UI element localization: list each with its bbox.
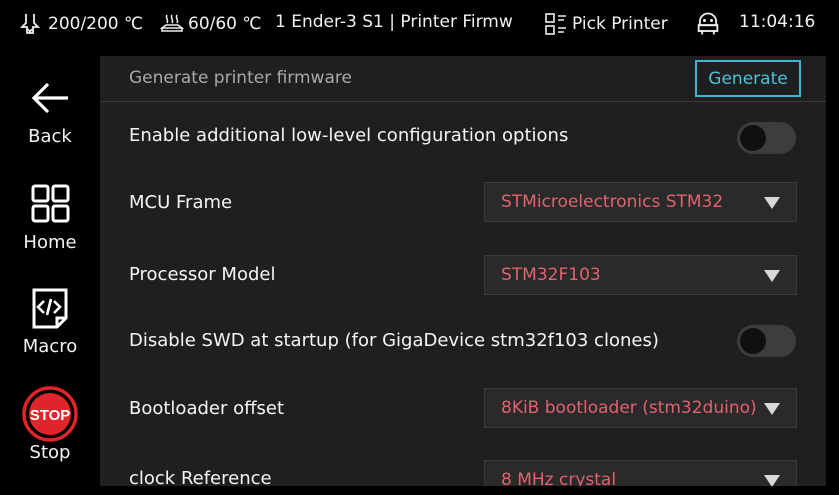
extruder-temp-value: 200/200 ℃ — [48, 14, 144, 34]
arrow-left-icon — [28, 76, 72, 120]
bootloader-offset-value: 8KiB bootloader (stm32duino) — [501, 398, 757, 418]
macro-label: Macro — [22, 336, 78, 357]
printer-name: 1 Ender-3 S1 | Printer Firmw — [275, 12, 513, 32]
back-label: Back — [28, 126, 72, 147]
app-root: 200/200 ℃ 60/60 ℃ 1 Ender-3 S1 | Printer… — [0, 0, 839, 495]
generate-button[interactable]: Generate — [695, 60, 801, 97]
grid-icon — [28, 182, 72, 226]
stop-label: Stop — [29, 442, 71, 463]
dropdown-arrow-icon — [764, 197, 780, 209]
dropdown-arrow-icon — [764, 403, 780, 415]
lowlevel-options-toggle[interactable] — [737, 122, 796, 154]
pick-printer-icon — [544, 12, 568, 36]
mcu-frame-select[interactable]: STMicroelectronics STM32 — [484, 182, 797, 222]
disable-swd-row: Disable SWD at startup (for GigaDevice s… — [100, 312, 826, 372]
dropdown-arrow-icon — [764, 270, 780, 282]
emergency-stop-button[interactable]: STOP Stop — [0, 386, 100, 486]
clock-reference-label: clock Reference — [129, 468, 272, 486]
processor-model-select[interactable]: STM32F103 — [484, 255, 797, 295]
home-label: Home — [23, 232, 77, 253]
processor-model-value: STM32F103 — [501, 265, 601, 285]
robot-icon[interactable] — [694, 10, 722, 38]
clock-reference-value: 8 MHz crystal — [501, 470, 617, 486]
clock: 11:04:16 — [739, 12, 816, 32]
home-button[interactable]: Home — [0, 182, 100, 282]
bed-temp-value: 60/60 ℃ — [188, 14, 262, 34]
panel-header: Generate printer firmware Generate — [100, 56, 826, 102]
pick-printer-label: Pick Printer — [572, 14, 668, 34]
stop-icon: STOP — [22, 386, 78, 442]
mcu-frame-row: MCU Frame STMicroelectronics STM32 — [100, 174, 826, 234]
side-nav: Back Home Macro STOP Stop — [0, 48, 100, 495]
pick-printer-button[interactable]: Pick Printer — [544, 12, 668, 36]
firmware-panel: Generate printer firmware Generate Enabl… — [100, 56, 826, 486]
bed-temp[interactable]: 60/60 ℃ — [160, 12, 262, 36]
extruder-temp[interactable]: 200/200 ℃ — [18, 12, 143, 36]
back-button[interactable]: Back — [0, 76, 100, 176]
disable-swd-toggle[interactable] — [737, 325, 796, 357]
extruder-icon — [18, 12, 42, 36]
mcu-frame-label: MCU Frame — [129, 192, 233, 213]
disable-swd-label: Disable SWD at startup (for GigaDevice s… — [129, 330, 659, 351]
lowlevel-options-row: Enable additional low-level configuratio… — [100, 108, 826, 168]
heated-bed-icon — [160, 12, 184, 36]
toggle-knob — [740, 328, 766, 354]
clock-reference-select[interactable]: 8 MHz crystal — [484, 460, 797, 486]
lowlevel-options-label: Enable additional low-level configuratio… — [129, 125, 569, 146]
macro-button[interactable]: Macro — [0, 286, 100, 386]
stop-badge-text: STOP — [30, 407, 71, 424]
processor-model-row: Processor Model STM32F103 — [100, 246, 826, 306]
page-title: Generate printer firmware — [129, 68, 352, 88]
processor-model-label: Processor Model — [129, 264, 276, 285]
toggle-knob — [740, 125, 766, 151]
bootloader-offset-label: Bootloader offset — [129, 398, 285, 419]
bootloader-offset-select[interactable]: 8KiB bootloader (stm32duino) — [484, 388, 797, 428]
code-file-icon — [28, 286, 72, 330]
dropdown-arrow-icon — [764, 475, 780, 486]
status-bar: 200/200 ℃ 60/60 ℃ 1 Ender-3 S1 | Printer… — [0, 0, 839, 48]
bootloader-offset-row: Bootloader offset 8KiB bootloader (stm32… — [100, 380, 826, 440]
clock-reference-row: clock Reference 8 MHz crystal — [100, 450, 826, 486]
mcu-frame-value: STMicroelectronics STM32 — [501, 192, 724, 212]
